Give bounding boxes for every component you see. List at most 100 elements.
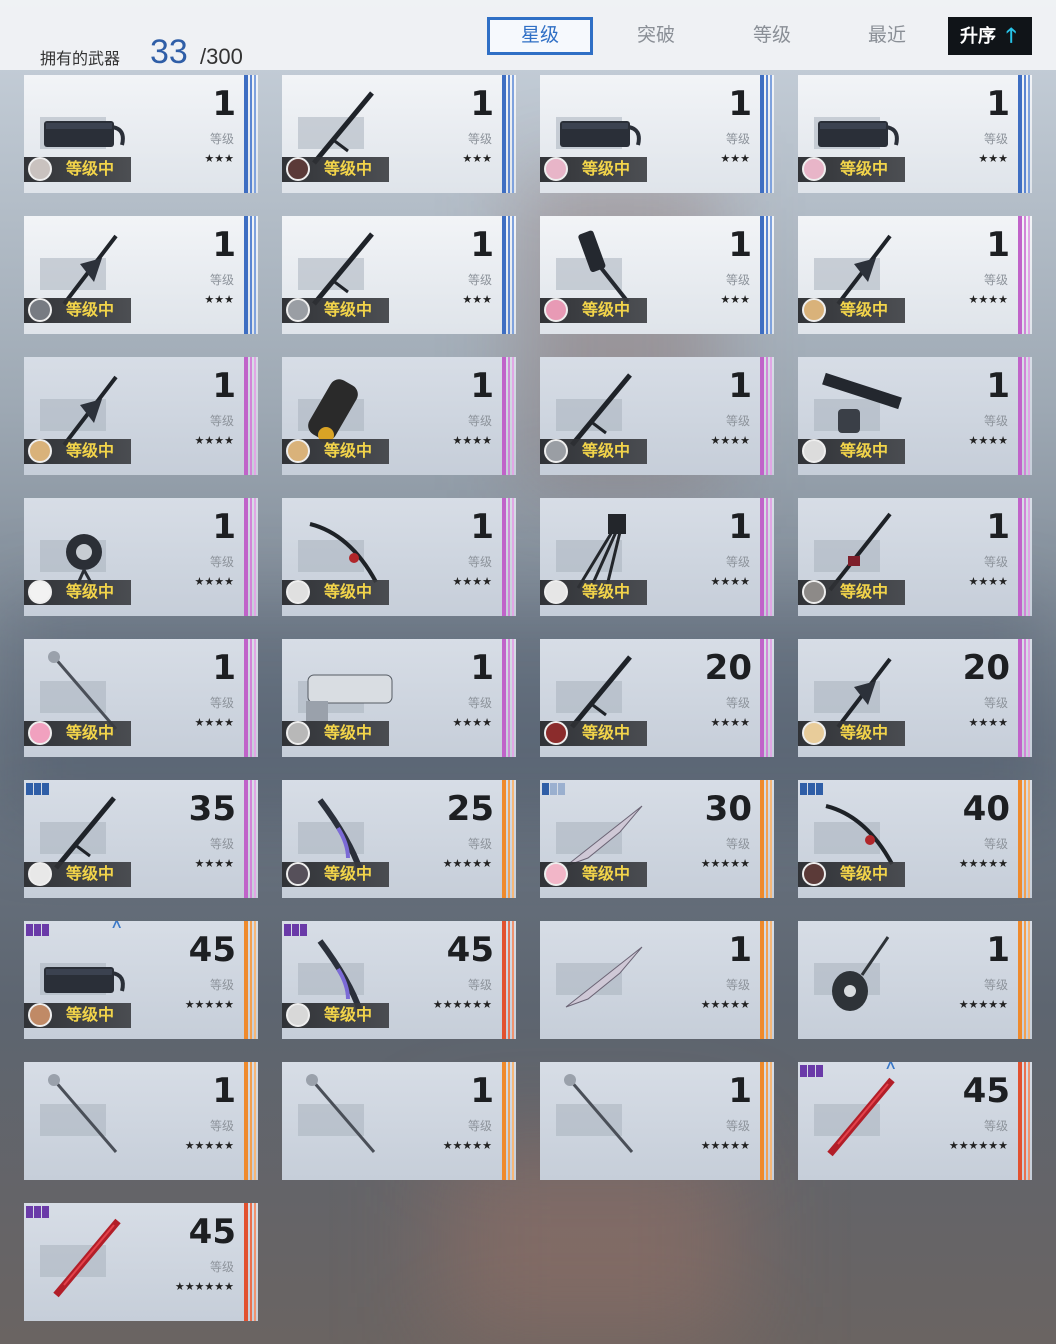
equipped-label: 等级中 xyxy=(840,866,889,883)
rarity-stripe xyxy=(502,357,516,475)
rarity-stripe xyxy=(1018,1062,1032,1180)
weapon-card[interactable]: 1 等级 ★★★ 等级中 xyxy=(282,216,516,334)
weapon-level: 45 xyxy=(962,1071,1010,1111)
level-label: 等级 xyxy=(725,837,750,851)
weapon-card[interactable]: 1 等级 ★★★★ 等级中 xyxy=(24,498,258,616)
character-avatar xyxy=(544,298,568,322)
weapon-card[interactable]: 1 等级 ★★★★ 等级中 xyxy=(282,357,516,475)
weapon-card[interactable]: 1 等级 ★★★★ 等级中 xyxy=(282,498,516,616)
level-label: 等级 xyxy=(725,132,750,146)
weapon-card[interactable]: 1 等级 ★★★★ 等级中 xyxy=(798,216,1032,334)
rarity-stripe xyxy=(244,75,258,193)
star-rating: ★★★★★ xyxy=(958,858,1008,870)
weapon-card[interactable]: 20 等级 ★★★★ 等级中 xyxy=(798,639,1032,757)
tab-sort-recent[interactable]: 最近 xyxy=(834,17,940,55)
weapon-card[interactable]: 1 等级 ★★★ 等级中 xyxy=(24,75,258,193)
level-label: 等级 xyxy=(983,555,1008,569)
staff-icon xyxy=(292,1070,402,1160)
star-rating: ★★★★★ xyxy=(442,858,492,870)
level-label: 等级 xyxy=(209,837,234,851)
owned-weapons-count: 33 xyxy=(150,33,188,71)
character-avatar xyxy=(802,298,826,322)
weapon-card[interactable]: 1 等级 ★★★ 等级中 xyxy=(798,75,1032,193)
star-rating: ★★★★ xyxy=(968,576,1008,588)
weapon-level: 1 xyxy=(728,366,752,406)
weapon-card[interactable]: 20 等级 ★★★★ 等级中 xyxy=(540,639,774,757)
weapon-level: 1 xyxy=(212,648,236,688)
character-avatar xyxy=(28,862,52,886)
level-label: 等级 xyxy=(467,132,492,146)
weapon-level: 1 xyxy=(470,84,494,124)
sort-order-button[interactable]: 升序 🡑 xyxy=(948,17,1032,55)
level-label: 等级 xyxy=(209,132,234,146)
level-label: 等级 xyxy=(983,696,1008,710)
weapon-card[interactable]: 1 等级 ★★★ 等级中 xyxy=(540,216,774,334)
weapon-card[interactable]: 1 等级 ★★★★ 等级中 xyxy=(24,639,258,757)
level-label: 等级 xyxy=(725,414,750,428)
equipped-label: 等级中 xyxy=(66,161,115,178)
weapon-card[interactable]: 1 等级 ★★★★ 等级中 xyxy=(798,357,1032,475)
star-rating: ★★★ xyxy=(462,153,492,165)
weapon-card[interactable]: 25 等级 ★★★★★ 等级中 xyxy=(282,780,516,898)
star-rating: ★★★★★ xyxy=(184,1140,234,1152)
weapon-level: 40 xyxy=(962,789,1010,829)
character-avatar xyxy=(28,580,52,604)
weapon-card[interactable]: 1 等级 ★★★★★ xyxy=(540,921,774,1039)
weapon-card[interactable]: 1 等级 ★★★ 等级中 xyxy=(540,75,774,193)
weapon-card[interactable]: 45 等级 ★★★★★★ 等级中 xyxy=(282,921,516,1039)
weapon-level: 1 xyxy=(212,366,236,406)
character-avatar xyxy=(544,721,568,745)
crimson-blade-icon xyxy=(34,1211,144,1301)
rarity-stripe xyxy=(760,780,774,898)
weapon-card[interactable]: 1 等级 ★★★ 等级中 xyxy=(24,216,258,334)
weapon-card[interactable]: 1 等级 ★★★ 等级中 xyxy=(282,75,516,193)
weapon-card[interactable]: 45 等级 ★★★★★★ ^ xyxy=(798,1062,1032,1180)
star-rating: ★★★★★★ xyxy=(432,999,492,1011)
star-rating: ★★★★★ xyxy=(700,1140,750,1152)
weapon-card[interactable]: 1 等级 ★★★★★ xyxy=(798,921,1032,1039)
character-avatar xyxy=(802,157,826,181)
equipped-label: 等级中 xyxy=(324,443,373,460)
weapon-card[interactable]: 45 等级 ★★★★★★ xyxy=(24,1203,258,1321)
level-label: 等级 xyxy=(467,837,492,851)
level-label: 等级 xyxy=(983,414,1008,428)
weapon-card[interactable]: 1 等级 ★★★★ 等级中 xyxy=(24,357,258,475)
tab-sort-level[interactable]: 等级 xyxy=(719,17,825,55)
breakthrough-badge-icon xyxy=(26,1205,50,1219)
weapon-card[interactable]: 1 等级 ★★★★★ xyxy=(282,1062,516,1180)
level-label: 等级 xyxy=(983,837,1008,851)
equipped-label: 等级中 xyxy=(66,302,115,319)
weapon-card[interactable]: 40 等级 ★★★★★ 等级中 xyxy=(798,780,1032,898)
breakthrough-badge-icon xyxy=(26,782,50,796)
owned-weapons-max: /300 xyxy=(200,44,243,69)
equipped-label: 等级中 xyxy=(324,725,373,742)
tab-sort-rarity[interactable]: 星级 xyxy=(487,17,593,55)
character-avatar xyxy=(28,1003,52,1027)
weapon-card[interactable]: 1 等级 ★★★★★ xyxy=(24,1062,258,1180)
upgrade-available-icon: ^ xyxy=(112,921,122,936)
tab-sort-breakthrough[interactable]: 突破 xyxy=(603,17,709,55)
weapon-card[interactable]: 35 等级 ★★★★ 等级中 xyxy=(24,780,258,898)
star-rating: ★★★ xyxy=(978,153,1008,165)
weapon-card[interactable]: 30 等级 ★★★★★ 等级中 xyxy=(540,780,774,898)
level-label: 等级 xyxy=(209,273,234,287)
weapon-card[interactable]: 1 等级 ★★★★ 等级中 xyxy=(798,498,1032,616)
weapon-card[interactable]: 1 等级 ★★★★ 等级中 xyxy=(540,498,774,616)
rarity-stripe xyxy=(502,498,516,616)
weapon-level: 35 xyxy=(188,789,236,829)
rarity-stripe xyxy=(1018,639,1032,757)
weapon-card[interactable]: 1 等级 ★★★★ 等级中 xyxy=(282,639,516,757)
weapon-level: 1 xyxy=(986,507,1010,547)
weapon-card[interactable]: 45 等级 ★★★★★ ^ 等级中 xyxy=(24,921,258,1039)
character-avatar xyxy=(286,862,310,886)
weapon-card[interactable]: 1 等级 ★★★★ 等级中 xyxy=(540,357,774,475)
equipped-label: 等级中 xyxy=(324,584,373,601)
rarity-stripe xyxy=(244,780,258,898)
weapon-card[interactable]: 1 等级 ★★★★★ xyxy=(540,1062,774,1180)
weapon-level: 1 xyxy=(212,1071,236,1111)
star-rating: ★★★★ xyxy=(710,717,750,729)
upgrade-available-icon: ^ xyxy=(886,1062,896,1077)
equipped-label: 等级中 xyxy=(582,302,631,319)
character-avatar xyxy=(544,580,568,604)
star-rating: ★★★★ xyxy=(710,576,750,588)
